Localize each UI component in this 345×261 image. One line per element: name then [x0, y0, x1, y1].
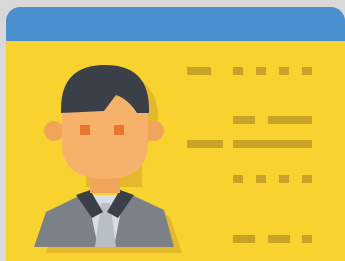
text-bar: [302, 235, 312, 243]
id-card-graphic: [6, 7, 345, 261]
text-bar: [302, 175, 312, 183]
text-bar: [302, 67, 312, 75]
text-bar: [256, 175, 266, 183]
text-bar: [233, 67, 243, 75]
text-bar: [233, 235, 255, 243]
text-bar: [256, 67, 266, 75]
text-bar: [268, 116, 312, 124]
card-header-band: [6, 7, 345, 41]
ear-left: [44, 121, 64, 141]
text-bar: [187, 67, 211, 75]
id-card-illustration: [0, 0, 345, 261]
text-bar: [233, 140, 312, 148]
text-bar: [279, 175, 289, 183]
id-card: [6, 7, 345, 261]
eye-right: [114, 125, 124, 135]
text-bar: [233, 175, 243, 183]
text-bar: [233, 116, 255, 124]
text-bar: [187, 140, 223, 148]
eye-left: [80, 125, 90, 135]
text-bar: [279, 67, 289, 75]
text-bar: [268, 235, 290, 243]
